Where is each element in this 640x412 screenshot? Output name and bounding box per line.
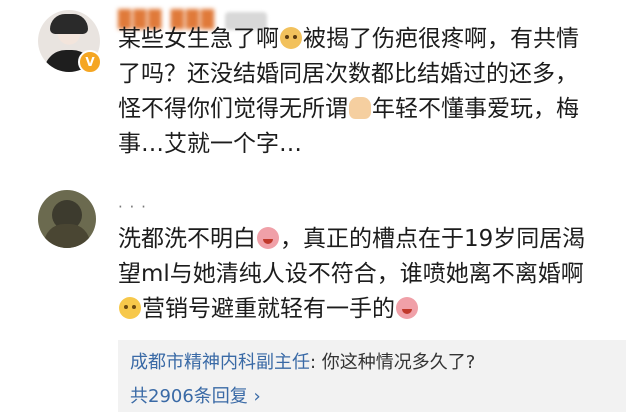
avatar-hair (50, 14, 88, 34)
reply-author[interactable]: 成都市精神内科副主任 (130, 352, 310, 373)
dog-emoji-icon (280, 27, 302, 49)
comment-line: 望ml与她清纯人设不符合，谁喷她离不离婚啊 (118, 261, 584, 287)
view-replies-link[interactable]: 共2906条回复 › (130, 382, 261, 408)
thumb-emoji-icon (349, 97, 371, 119)
comment-line: 洗都洗不明白 ，真正的槽点在于19岁同居渴 (118, 226, 586, 252)
laugh-emoji-icon (257, 227, 279, 249)
comment-line: 了吗？还没结婚同居次数都比结婚过的还多， (118, 61, 578, 87)
username[interactable]: · · · (118, 198, 147, 216)
comment-line: 怪不得你们觉得无所谓 年轻不懂事爱玩，梅 (118, 96, 579, 122)
user-avatar[interactable] (38, 190, 96, 248)
reply-text: 你这种情况多久了? (316, 352, 476, 373)
reply-line: 成都市精神内科副主任: 你这种情况多久了? (130, 352, 476, 373)
verified-icon: V (78, 50, 102, 74)
laugh-emoji-icon (396, 297, 418, 319)
think-emoji-icon (119, 297, 141, 319)
comment-line: 营销号避重就轻有一手的 (118, 292, 419, 327)
comment-line: 事…艾就一个字… (118, 131, 302, 157)
comment-line: 某些女生急了啊 被揭了伤疤很疼啊，有共情 (118, 26, 579, 52)
reply-preview[interactable]: 成都市精神内科副主任: 你这种情况多久了? 共2906条回复 › (118, 340, 626, 412)
avatar-body (44, 224, 90, 248)
chevron-right-icon: › (253, 386, 261, 407)
